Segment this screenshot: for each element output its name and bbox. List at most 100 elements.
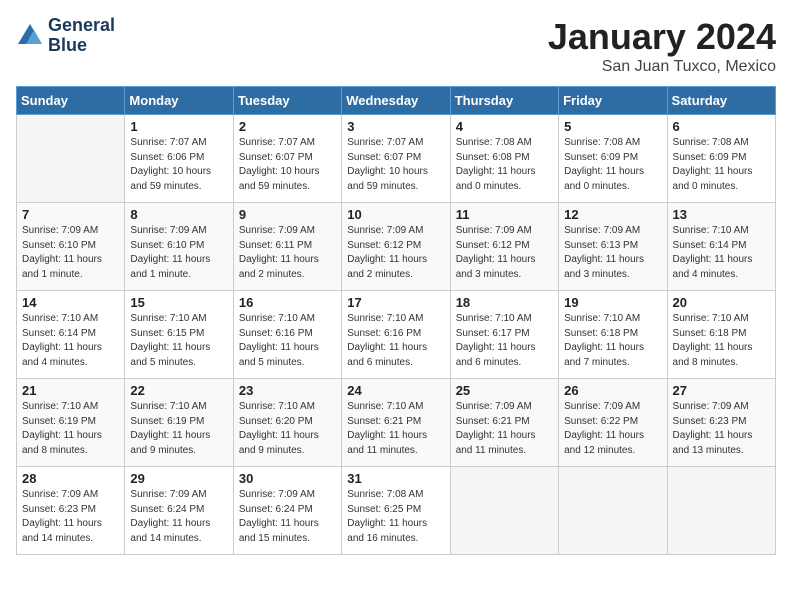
calendar-cell: 7 Sunrise: 7:09 AM Sunset: 6:10 PM Daylig… (17, 203, 125, 291)
day-number: 5 (564, 119, 661, 134)
day-number: 24 (347, 383, 444, 398)
weekday-header: Thursday (450, 87, 558, 115)
calendar-cell: 3 Sunrise: 7:07 AM Sunset: 6:07 PM Daylig… (342, 115, 450, 203)
calendar-week-row: 7 Sunrise: 7:09 AM Sunset: 6:10 PM Daylig… (17, 203, 776, 291)
month-title: January 2024 (548, 16, 776, 58)
day-number: 4 (456, 119, 553, 134)
day-info: Sunrise: 7:09 AM Sunset: 6:23 PM Dayligh… (22, 488, 119, 546)
day-number: 12 (564, 207, 661, 222)
day-number: 16 (239, 295, 336, 310)
calendar-cell: 16 Sunrise: 7:10 AM Sunset: 6:16 PM Dayli… (233, 291, 341, 379)
calendar-table: SundayMondayTuesdayWednesdayThursdayFrid… (16, 86, 776, 555)
calendar-week-row: 14 Sunrise: 7:10 AM Sunset: 6:14 PM Dayli… (17, 291, 776, 379)
day-number: 27 (673, 383, 770, 398)
day-info: Sunrise: 7:09 AM Sunset: 6:24 PM Dayligh… (130, 488, 227, 546)
logo-line1: General (48, 16, 115, 36)
day-number: 30 (239, 471, 336, 486)
calendar-cell: 19 Sunrise: 7:10 AM Sunset: 6:18 PM Dayli… (559, 291, 667, 379)
day-info: Sunrise: 7:10 AM Sunset: 6:18 PM Dayligh… (564, 312, 661, 370)
calendar-cell: 11Sunrise: 7:09 AM Sunset: 6:12 PM Dayli… (450, 203, 558, 291)
calendar-cell: 9 Sunrise: 7:09 AM Sunset: 6:11 PM Daylig… (233, 203, 341, 291)
day-number: 7 (22, 207, 119, 222)
day-info: Sunrise: 7:08 AM Sunset: 6:09 PM Dayligh… (673, 136, 770, 194)
day-info: Sunrise: 7:09 AM Sunset: 6:22 PM Dayligh… (564, 400, 661, 458)
day-info: Sunrise: 7:10 AM Sunset: 6:19 PM Dayligh… (22, 400, 119, 458)
location: San Juan Tuxco, Mexico (548, 58, 776, 76)
day-info: Sunrise: 7:08 AM Sunset: 6:25 PM Dayligh… (347, 488, 444, 546)
day-number: 6 (673, 119, 770, 134)
day-number: 14 (22, 295, 119, 310)
day-number: 17 (347, 295, 444, 310)
day-number: 1 (130, 119, 227, 134)
weekday-header: Tuesday (233, 87, 341, 115)
calendar-cell: 17Sunrise: 7:10 AM Sunset: 6:16 PM Dayli… (342, 291, 450, 379)
calendar-cell: 29 Sunrise: 7:09 AM Sunset: 6:24 PM Dayli… (125, 467, 233, 555)
day-info: Sunrise: 7:10 AM Sunset: 6:19 PM Dayligh… (130, 400, 227, 458)
day-info: Sunrise: 7:07 AM Sunset: 6:07 PM Dayligh… (347, 136, 444, 194)
day-number: 29 (130, 471, 227, 486)
calendar-cell (450, 467, 558, 555)
logo: General Blue (16, 16, 115, 56)
day-info: Sunrise: 7:09 AM Sunset: 6:10 PM Dayligh… (22, 224, 119, 282)
day-info: Sunrise: 7:08 AM Sunset: 6:08 PM Dayligh… (456, 136, 553, 194)
day-number: 28 (22, 471, 119, 486)
calendar-cell: 2Sunrise: 7:07 AM Sunset: 6:07 PM Daylig… (233, 115, 341, 203)
calendar-cell: 10 Sunrise: 7:09 AM Sunset: 6:12 PM Dayli… (342, 203, 450, 291)
calendar-cell (559, 467, 667, 555)
calendar-cell: 15 Sunrise: 7:10 AM Sunset: 6:15 PM Dayli… (125, 291, 233, 379)
day-info: Sunrise: 7:10 AM Sunset: 6:20 PM Dayligh… (239, 400, 336, 458)
day-number: 18 (456, 295, 553, 310)
day-info: Sunrise: 7:10 AM Sunset: 6:21 PM Dayligh… (347, 400, 444, 458)
day-number: 11 (456, 207, 553, 222)
day-info: Sunrise: 7:10 AM Sunset: 6:15 PM Dayligh… (130, 312, 227, 370)
calendar-cell: 23 Sunrise: 7:10 AM Sunset: 6:20 PM Dayli… (233, 379, 341, 467)
calendar-cell: 25 Sunrise: 7:09 AM Sunset: 6:21 PM Dayli… (450, 379, 558, 467)
calendar-cell: 24 Sunrise: 7:10 AM Sunset: 6:21 PM Dayli… (342, 379, 450, 467)
day-number: 31 (347, 471, 444, 486)
day-number: 21 (22, 383, 119, 398)
day-number: 10 (347, 207, 444, 222)
day-number: 3 (347, 119, 444, 134)
day-number: 20 (673, 295, 770, 310)
calendar-cell: 12 Sunrise: 7:09 AM Sunset: 6:13 PM Dayli… (559, 203, 667, 291)
calendar-cell: 27Sunrise: 7:09 AM Sunset: 6:23 PM Dayli… (667, 379, 775, 467)
day-info: Sunrise: 7:09 AM Sunset: 6:12 PM Dayligh… (347, 224, 444, 282)
day-info: Sunrise: 7:09 AM Sunset: 6:13 PM Dayligh… (564, 224, 661, 282)
logo-icon (16, 22, 44, 50)
calendar-cell: 30Sunrise: 7:09 AM Sunset: 6:24 PM Dayli… (233, 467, 341, 555)
title-block: January 2024 San Juan Tuxco, Mexico (548, 16, 776, 76)
weekday-header: Wednesday (342, 87, 450, 115)
calendar-cell: 8Sunrise: 7:09 AM Sunset: 6:10 PM Daylig… (125, 203, 233, 291)
day-info: Sunrise: 7:07 AM Sunset: 6:06 PM Dayligh… (130, 136, 227, 194)
calendar-cell: 1 Sunrise: 7:07 AM Sunset: 6:06 PM Daylig… (125, 115, 233, 203)
day-number: 15 (130, 295, 227, 310)
day-number: 23 (239, 383, 336, 398)
day-number: 19 (564, 295, 661, 310)
calendar-cell (667, 467, 775, 555)
weekday-header-row: SundayMondayTuesdayWednesdayThursdayFrid… (17, 87, 776, 115)
calendar-cell: 31 Sunrise: 7:08 AM Sunset: 6:25 PM Dayli… (342, 467, 450, 555)
calendar-week-row: 1 Sunrise: 7:07 AM Sunset: 6:06 PM Daylig… (17, 115, 776, 203)
weekday-header: Sunday (17, 87, 125, 115)
day-info: Sunrise: 7:10 AM Sunset: 6:14 PM Dayligh… (673, 224, 770, 282)
day-number: 22 (130, 383, 227, 398)
calendar-cell: 18 Sunrise: 7:10 AM Sunset: 6:17 PM Dayli… (450, 291, 558, 379)
day-info: Sunrise: 7:08 AM Sunset: 6:09 PM Dayligh… (564, 136, 661, 194)
weekday-header: Monday (125, 87, 233, 115)
calendar-cell: 20Sunrise: 7:10 AM Sunset: 6:18 PM Dayli… (667, 291, 775, 379)
logo-text: General Blue (48, 16, 115, 56)
day-info: Sunrise: 7:09 AM Sunset: 6:11 PM Dayligh… (239, 224, 336, 282)
day-info: Sunrise: 7:10 AM Sunset: 6:16 PM Dayligh… (239, 312, 336, 370)
day-info: Sunrise: 7:09 AM Sunset: 6:21 PM Dayligh… (456, 400, 553, 458)
calendar-week-row: 28 Sunrise: 7:09 AM Sunset: 6:23 PM Dayli… (17, 467, 776, 555)
calendar-cell: 22 Sunrise: 7:10 AM Sunset: 6:19 PM Dayli… (125, 379, 233, 467)
day-number: 25 (456, 383, 553, 398)
day-number: 9 (239, 207, 336, 222)
calendar-week-row: 21 Sunrise: 7:10 AM Sunset: 6:19 PM Dayli… (17, 379, 776, 467)
day-info: Sunrise: 7:10 AM Sunset: 6:17 PM Dayligh… (456, 312, 553, 370)
calendar-cell: 13Sunrise: 7:10 AM Sunset: 6:14 PM Dayli… (667, 203, 775, 291)
day-info: Sunrise: 7:10 AM Sunset: 6:14 PM Dayligh… (22, 312, 119, 370)
day-number: 8 (130, 207, 227, 222)
weekday-header: Saturday (667, 87, 775, 115)
day-number: 26 (564, 383, 661, 398)
